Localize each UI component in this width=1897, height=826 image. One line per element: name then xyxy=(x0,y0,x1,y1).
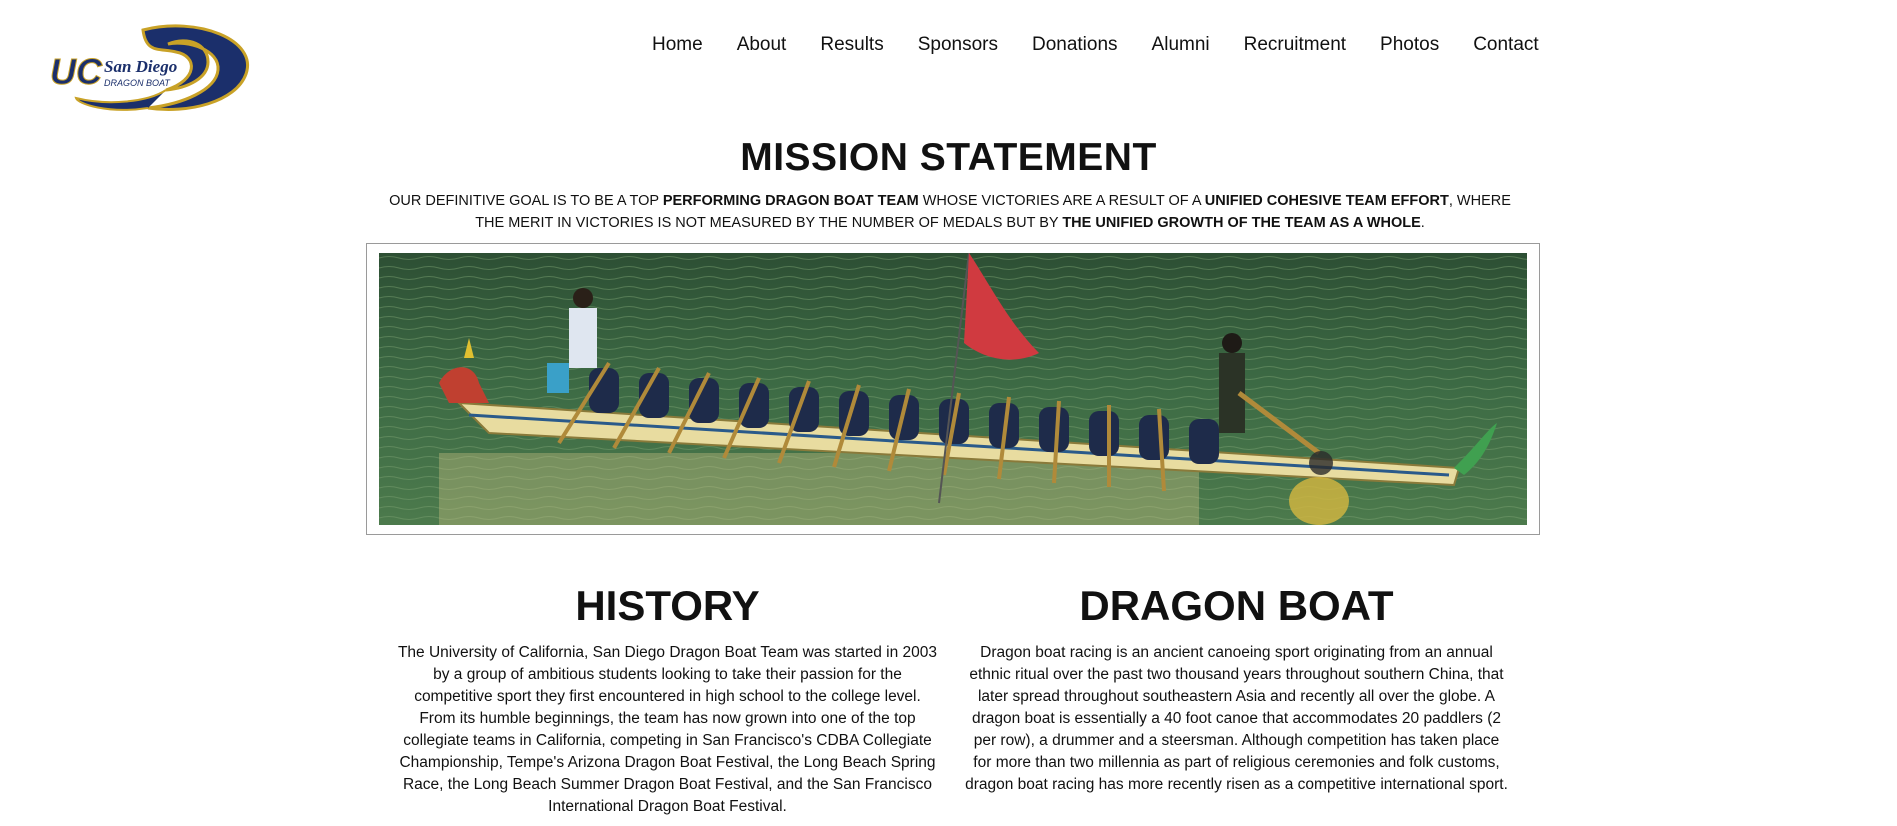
nav-item-recruitment[interactable]: Recruitment xyxy=(1244,30,1346,60)
mission-text-emphasis: PERFORMING DRAGON BOAT TEAM xyxy=(662,193,919,209)
logo-sandiego-text: San Diego xyxy=(104,57,177,76)
logo-graphic: UC San Diego DRAGON BOAT xyxy=(50,24,250,111)
logo-tagline-text: DRAGON BOAT xyxy=(104,78,171,88)
nav-item-home[interactable]: Home xyxy=(652,30,703,60)
nav-item-photos[interactable]: Photos xyxy=(1380,30,1439,60)
nav-item-about[interactable]: About xyxy=(737,30,787,60)
nav-item-sponsors[interactable]: Sponsors xyxy=(918,30,998,60)
dragon-boat-body: Dragon boat racing is an ancient canoein… xyxy=(965,644,1508,793)
mission-text-emphasis: UNIFIED COHESIVE TEAM EFFORT xyxy=(1204,193,1449,209)
mission-text-part: . xyxy=(1420,215,1425,231)
history-section: HISTORY The University of California, Sa… xyxy=(395,578,940,818)
hero-photo-frame xyxy=(366,243,1540,535)
logo-uc-text: UC xyxy=(50,51,103,92)
nav-item-donations[interactable]: Donations xyxy=(1032,30,1118,60)
dragon-boat-photo xyxy=(379,253,1527,525)
mission-text-part: WHOSE VICTORIES ARE A RESULT OF A xyxy=(918,193,1205,209)
dragon-boat-photo-image xyxy=(379,253,1527,525)
site-logo[interactable]: UC San Diego DRAGON BOAT xyxy=(48,22,258,122)
history-body: The University of California, San Diego … xyxy=(397,644,938,815)
dragon-boat-section: DRAGON BOAT Dragon boat racing is an anc… xyxy=(964,578,1509,796)
mission-title: MISSION STATEMENT xyxy=(740,136,1157,179)
nav-item-results[interactable]: Results xyxy=(820,30,883,60)
dragon-boat-title: DRAGON BOAT xyxy=(1079,582,1394,629)
mission-text-emphasis: THE UNIFIED GROWTH OF THE TEAM AS A WHOL… xyxy=(1062,215,1421,231)
nav-item-contact[interactable]: Contact xyxy=(1473,30,1538,60)
mission-text-part: OUR DEFINITIVE GOAL IS TO BE A TOP xyxy=(389,193,663,209)
nav-item-alumni[interactable]: Alumni xyxy=(1152,30,1210,60)
main-nav: Home About Results Sponsors Donations Al… xyxy=(652,30,1539,60)
mission-text: OUR DEFINITIVE GOAL IS TO BE A TOP PERFO… xyxy=(380,190,1520,234)
history-title: HISTORY xyxy=(575,582,760,629)
page: UC San Diego DRAGON BOAT Home About Resu… xyxy=(0,0,1897,826)
